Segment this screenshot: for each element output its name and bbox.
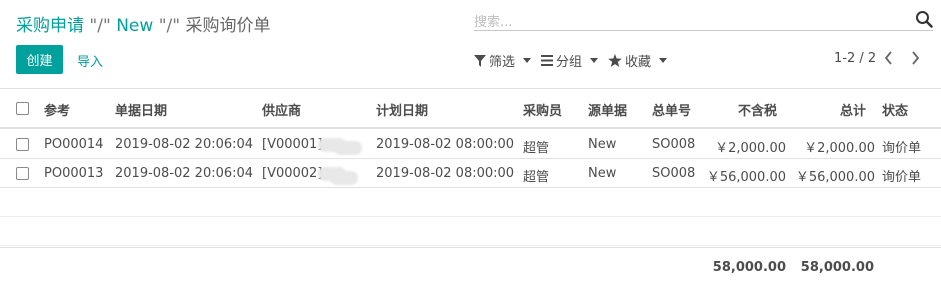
favorites-label: 收藏 [625, 55, 652, 70]
cell-total: ￥56,000.00 [795, 170, 875, 185]
row-checkbox[interactable] [16, 167, 29, 180]
create-button[interactable]: 创建 [16, 45, 63, 74]
search-bar[interactable]: 搜索... [474, 9, 933, 31]
cell-source: New [588, 166, 617, 181]
cell-buyer: 超管 [523, 170, 550, 185]
filter-label: 筛选 [489, 55, 516, 70]
star-icon [608, 54, 622, 67]
column-header-source[interactable]: 源单据 [588, 100, 627, 119]
table-row[interactable]: PO00014 2019-08-02 20:06:04 [V00001] 201… [0, 130, 941, 159]
row-checkbox[interactable] [16, 138, 29, 151]
group-by-dropdown[interactable]: 分组 [541, 51, 599, 70]
group-by-label: 分组 [556, 55, 583, 70]
filter-icon [474, 54, 486, 67]
redacted-vendor-name [330, 171, 358, 185]
cell-untaxed: ￥2,000.00 [715, 141, 786, 156]
cell-ref: PO00014 [44, 137, 104, 152]
search-icon[interactable] [915, 10, 933, 28]
chevron-right-icon[interactable] [910, 51, 920, 68]
breadcrumb-purchase-request[interactable]: 采购申请 [16, 16, 84, 36]
select-all-checkbox[interactable] [16, 102, 29, 115]
table-footer: 58,000.00 58,000.00 [0, 247, 941, 285]
column-header-planned-date[interactable]: 计划日期 [376, 100, 428, 119]
cell-order-date: 2019-08-02 20:06:04 [115, 137, 254, 152]
cell-untaxed: ￥56,000.00 [706, 170, 786, 185]
cell-origin-no: SO008 [652, 137, 696, 152]
cell-total: ￥2,000.00 [804, 141, 875, 156]
column-header-origin-no[interactable]: 总单号 [652, 100, 691, 119]
cell-order-date: 2019-08-02 20:06:04 [115, 166, 254, 181]
import-button[interactable]: 导入 [77, 51, 103, 70]
column-header-status[interactable]: 状态 [882, 100, 908, 119]
cell-status: 询价单 [882, 170, 922, 185]
caret-down-icon [523, 58, 532, 63]
cell-ref: PO00013 [44, 166, 104, 181]
column-header-total[interactable]: 总计 [840, 100, 866, 119]
redacted-vendor-name [334, 141, 362, 155]
cell-status: 询价单 [882, 141, 922, 156]
column-header-untaxed[interactable]: 不含税 [738, 100, 777, 119]
chevron-left-icon[interactable] [884, 51, 894, 68]
column-header-ref[interactable]: 参考 [44, 100, 70, 119]
favorites-dropdown[interactable]: 收藏 [608, 51, 668, 70]
breadcrumb-separator: "/" [158, 16, 181, 36]
cell-buyer: 超管 [523, 141, 550, 156]
breadcrumb-current: 采购询价单 [185, 16, 271, 36]
cell-vendor: [V00001] [262, 137, 323, 152]
caret-down-icon [659, 58, 668, 63]
column-header-vendor[interactable]: 供应商 [262, 100, 301, 119]
cell-planned-date: 2019-08-02 08:00:00 [376, 166, 515, 181]
cell-source: New [588, 137, 617, 152]
empty-row [0, 217, 941, 246]
column-header-order-date[interactable]: 单据日期 [115, 100, 167, 119]
pager-value[interactable]: 1-2 / 2 [834, 51, 876, 66]
filter-dropdown[interactable]: 筛选 [474, 51, 532, 70]
breadcrumb: 采购申请 "/" New "/" 采购询价单 [16, 11, 270, 36]
cell-vendor: [V00002] [262, 166, 323, 181]
table-header: 参考 单据日期 供应商 计划日期 采购员 源单据 总单号 不含税 总计 状态 [0, 88, 941, 129]
footer-total-sum: 58,000.00 [800, 260, 874, 275]
list-icon [541, 55, 553, 66]
column-header-buyer[interactable]: 采购员 [523, 100, 562, 119]
caret-down-icon [590, 58, 599, 63]
footer-untaxed-sum: 58,000.00 [712, 260, 786, 275]
breadcrumb-new[interactable]: New [116, 16, 153, 36]
cell-planned-date: 2019-08-02 08:00:00 [376, 137, 515, 152]
empty-row [0, 188, 941, 217]
cell-origin-no: SO008 [652, 166, 696, 181]
search-input[interactable]: 搜索... [474, 11, 512, 30]
table-row[interactable]: PO00013 2019-08-02 20:06:04 [V00002] 201… [0, 159, 941, 188]
breadcrumb-separator: "/" [89, 16, 111, 36]
